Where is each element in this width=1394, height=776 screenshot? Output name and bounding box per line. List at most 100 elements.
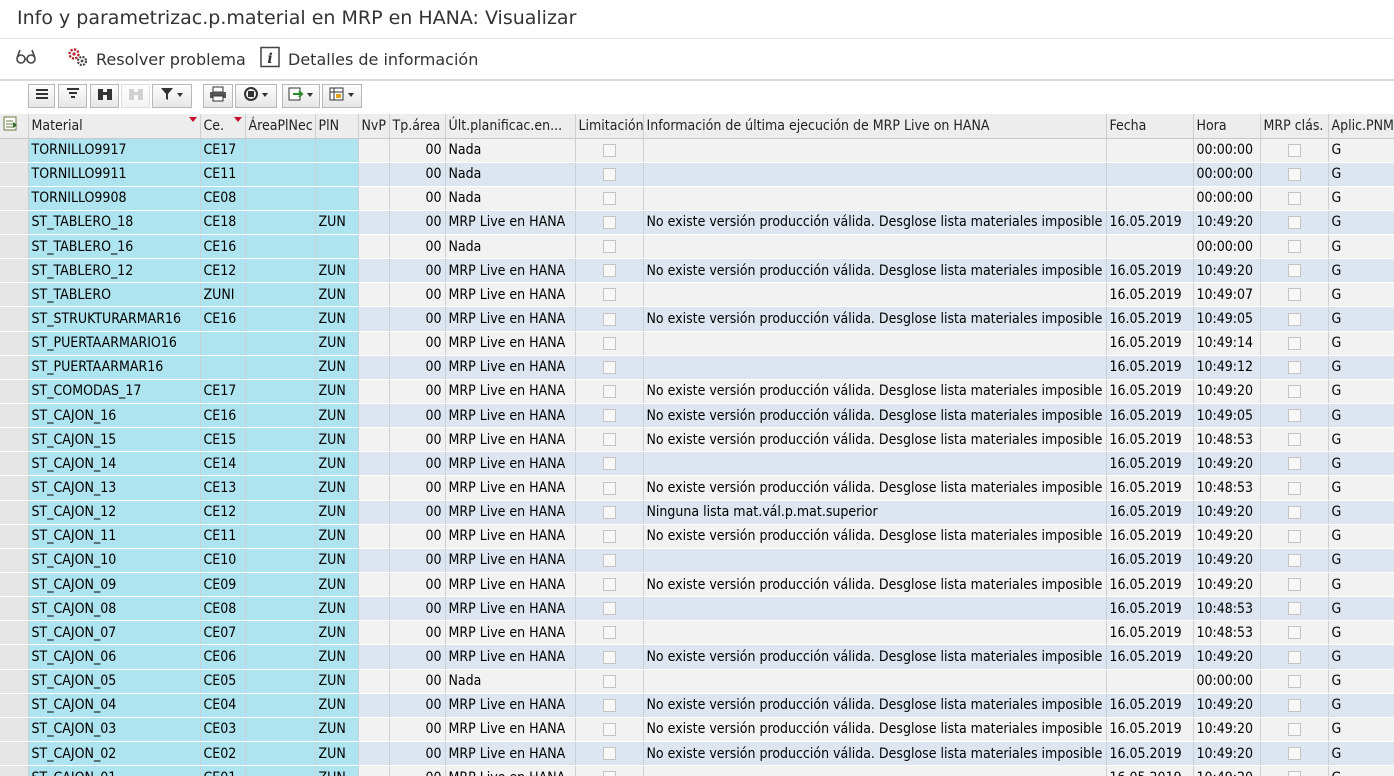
find-next-button[interactable]: [121, 84, 150, 108]
checkbox[interactable]: [602, 626, 616, 640]
row-selector[interactable]: [0, 306, 29, 332]
row-selector[interactable]: [0, 258, 29, 284]
checkbox[interactable]: [602, 191, 616, 205]
checkbox[interactable]: [602, 722, 616, 736]
table-row[interactable]: ST_CAJON_14 CE14 ZUN 00 MRP Live en HANA 16.0…: [0, 451, 1394, 477]
checkbox[interactable]: [1287, 336, 1301, 350]
checkbox[interactable]: [1287, 312, 1301, 326]
checkbox[interactable]: [1287, 240, 1301, 254]
checkbox[interactable]: [1287, 722, 1301, 736]
checkbox[interactable]: [602, 167, 616, 181]
table-row[interactable]: TORNILLO9917 CE17 00 Nada 00:00:00 G: [0, 138, 1394, 163]
checkbox[interactable]: [602, 312, 616, 326]
row-selector[interactable]: [0, 475, 29, 501]
table-row[interactable]: ST_CAJON_10 CE10 ZUN 00 MRP Live en HANA 16.0…: [0, 548, 1394, 574]
row-selector[interactable]: [0, 234, 29, 260]
print-button[interactable]: [203, 84, 233, 108]
checkbox[interactable]: [1287, 578, 1301, 592]
checkbox[interactable]: [1287, 288, 1301, 302]
table-row[interactable]: ST_TABLERO ZUNI ZUN 00 MRP Live en HANA 16.05…: [0, 282, 1394, 308]
checkbox[interactable]: [1287, 481, 1301, 495]
checkbox[interactable]: [602, 457, 616, 471]
checkbox[interactable]: [1287, 674, 1301, 688]
row-selector[interactable]: [0, 403, 29, 429]
checkbox[interactable]: [1287, 409, 1301, 423]
checkbox[interactable]: [602, 529, 616, 543]
row-selector[interactable]: [0, 355, 29, 380]
checkbox[interactable]: [1287, 191, 1301, 205]
table-row[interactable]: ST_CAJON_16 CE16 ZUN 00 MRP Live en HANA No e…: [0, 403, 1394, 429]
row-selector[interactable]: [0, 524, 29, 549]
checkbox[interactable]: [602, 288, 616, 302]
checkbox[interactable]: [602, 240, 616, 254]
checkbox[interactable]: [602, 264, 616, 278]
checkbox[interactable]: [1287, 698, 1301, 712]
row-selector[interactable]: [0, 210, 29, 236]
checkbox[interactable]: [1287, 384, 1301, 398]
checkbox[interactable]: [602, 578, 616, 592]
table-row[interactable]: ST_CAJON_13 CE13 ZUN 00 MRP Live en HANA No e…: [0, 475, 1394, 501]
row-selector[interactable]: [0, 379, 29, 405]
checkbox[interactable]: [1287, 529, 1301, 543]
details-button[interactable]: [28, 84, 55, 108]
table-row[interactable]: ST_CAJON_11 CE11 ZUN 00 MRP Live en HANA No e…: [0, 524, 1394, 549]
row-selector[interactable]: [0, 644, 29, 670]
table-row[interactable]: ST_CAJON_06 CE06 ZUN 00 MRP Live en HANA No e…: [0, 644, 1394, 670]
table-row[interactable]: ST_TABLERO_12 CE12 ZUN 00 MRP Live en HANA No…: [0, 258, 1394, 284]
row-selector[interactable]: [0, 548, 29, 574]
checkbox[interactable]: [602, 215, 616, 229]
table-row[interactable]: ST_CAJON_09 CE09 ZUN 00 MRP Live en HANA No e…: [0, 572, 1394, 598]
col-header-pln[interactable]: PlN: [315, 114, 359, 139]
row-selector[interactable]: [0, 765, 29, 776]
table-row[interactable]: ST_CAJON_15 CE15 ZUN 00 MRP Live en HANA No e…: [0, 427, 1394, 453]
checkbox[interactable]: [1287, 167, 1301, 181]
checkbox[interactable]: [602, 553, 616, 567]
glasses-button[interactable]: [14, 45, 44, 73]
col-header-classic-mrp[interactable]: MRP clás.: [1260, 114, 1329, 139]
col-header-area-type[interactable]: Tp.área: [389, 114, 446, 139]
table-row[interactable]: ST_CAJON_08 CE08 ZUN 00 MRP Live en HANA 16.0…: [0, 596, 1394, 622]
table-row[interactable]: ST_CAJON_07 CE07 ZUN 00 MRP Live en HANA 16.0…: [0, 620, 1394, 646]
resolve-problem-button[interactable]: Resolver problema: [66, 45, 246, 73]
table-row[interactable]: TORNILLO9908 CE08 00 Nada 00:00:00 G: [0, 186, 1394, 211]
row-selector[interactable]: [0, 500, 29, 525]
table-row[interactable]: ST_CAJON_05 CE05 ZUN 00 Nada 00:00:00 G: [0, 669, 1394, 694]
checkbox[interactable]: [1287, 553, 1301, 567]
table-row[interactable]: ST_STRUKTURARMAR16 CE16 ZUN 00 MRP Live en H…: [0, 306, 1394, 332]
row-selector[interactable]: [0, 717, 29, 743]
views-button[interactable]: [235, 84, 277, 108]
table-row[interactable]: ST_CAJON_03 CE03 ZUN 00 MRP Live en HANA No e…: [0, 717, 1394, 743]
checkbox[interactable]: [602, 674, 616, 688]
col-header-last-run-info[interactable]: Información de última ejecución de MRP L…: [643, 114, 1107, 139]
checkbox[interactable]: [1287, 264, 1301, 278]
checkbox[interactable]: [1287, 771, 1301, 776]
checkbox[interactable]: [602, 747, 616, 761]
select-all-header[interactable]: [0, 114, 29, 139]
table-row[interactable]: ST_CAJON_01CE01 ZUN 00MRP Live en HANA 16.0…: [0, 765, 1394, 776]
checkbox[interactable]: [1287, 360, 1301, 374]
table-row[interactable]: ST_COMODAS_17 CE17 ZUN 00 MRP Live en HANA No…: [0, 379, 1394, 405]
checkbox[interactable]: [602, 409, 616, 423]
col-header-time[interactable]: Hora: [1193, 114, 1261, 139]
checkbox[interactable]: [602, 143, 616, 157]
row-selector[interactable]: [0, 331, 29, 356]
layout-button[interactable]: [322, 84, 362, 108]
table-row[interactable]: ST_CAJON_04 CE04 ZUN 00 MRP Live en HANA No e…: [0, 693, 1394, 718]
checkbox[interactable]: [602, 481, 616, 495]
table-row[interactable]: ST_TABLERO_16 CE16 00 Nada 00:00:00 G: [0, 234, 1394, 260]
filter-button[interactable]: [152, 84, 192, 108]
col-header-limitation[interactable]: Limitación: [575, 114, 644, 139]
checkbox[interactable]: [602, 698, 616, 712]
checkbox[interactable]: [1287, 602, 1301, 616]
row-selector[interactable]: [0, 620, 29, 646]
row-selector[interactable]: [0, 572, 29, 598]
checkbox[interactable]: [602, 384, 616, 398]
find-button[interactable]: [90, 84, 119, 108]
checkbox[interactable]: [1287, 650, 1301, 664]
row-selector[interactable]: [0, 186, 29, 211]
table-row[interactable]: ST_PUERTAARMARIO16 ZUN 00 MRP Live en HANA 1…: [0, 331, 1394, 356]
checkbox[interactable]: [1287, 505, 1301, 519]
row-selector[interactable]: [0, 162, 29, 187]
col-header-last-planning[interactable]: Últ.planificac.en...: [445, 114, 576, 139]
checkbox[interactable]: [1287, 457, 1301, 471]
